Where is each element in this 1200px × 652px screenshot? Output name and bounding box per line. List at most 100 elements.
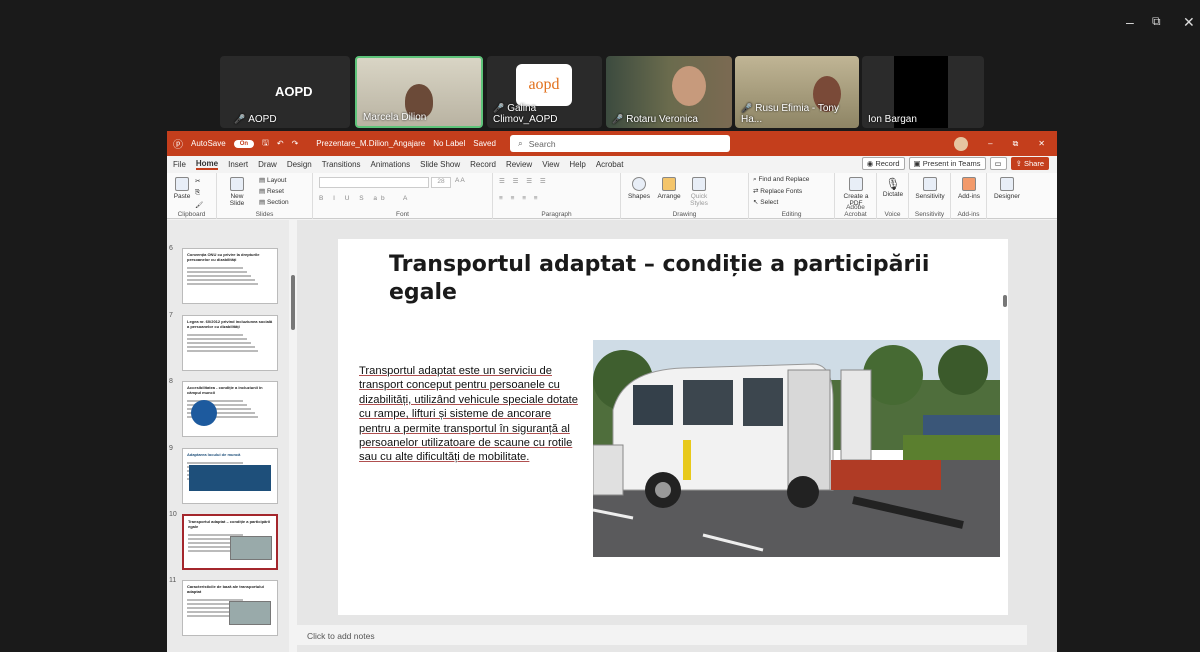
shapes-button[interactable]: Shapes xyxy=(627,177,651,200)
sensitivity-label[interactable]: No Label xyxy=(433,139,465,148)
new-slide-icon xyxy=(230,177,244,191)
group-label: Drawing xyxy=(672,211,697,218)
tab-file[interactable]: File xyxy=(173,160,186,169)
undo-icon[interactable]: ↶ xyxy=(277,139,284,148)
save-icon[interactable]: 🖫 xyxy=(262,137,269,151)
participant-tile-1[interactable]: Marcela Dilion xyxy=(355,56,483,128)
slide-title[interactable]: Transportul adaptat – condiție a partici… xyxy=(389,251,949,307)
create-pdf-button[interactable]: Create a PDF xyxy=(841,177,871,207)
notes-pane[interactable]: Click to add notes xyxy=(297,625,1027,645)
restore-button[interactable]: ⧉ xyxy=(1152,14,1161,29)
bullets-icon[interactable]: ☰ ☰ ☰ ☰ xyxy=(499,177,549,185)
voice-group: 🎙 Dictate Voice xyxy=(877,173,909,219)
paste-button[interactable]: Paste xyxy=(173,177,191,200)
tab-help[interactable]: Help xyxy=(569,160,585,169)
paragraph-group: ☰ ☰ ☰ ☰ ≡ ≡ ≡ ≡ Paragraph xyxy=(493,173,621,219)
addins-button[interactable]: Add-ins xyxy=(955,177,983,200)
replace-fonts-button[interactable]: ⇄ Replace Fonts xyxy=(753,187,802,195)
arrange-label: Arrange xyxy=(657,193,681,200)
slide-thumbnail[interactable]: Accesibilitatea - condiție a incluziunii… xyxy=(182,381,278,437)
participant-tile-3[interactable]: 🎤 Rotaru Veronica xyxy=(606,56,732,128)
dictate-button[interactable]: 🎙 Dictate xyxy=(879,177,907,198)
thumbnail-image xyxy=(230,536,272,560)
font-size-box[interactable]: 28 xyxy=(431,177,451,188)
layout-button[interactable]: ▤ Layout xyxy=(259,176,286,184)
quick-styles-icon xyxy=(692,177,706,191)
account-avatar[interactable] xyxy=(954,136,969,151)
find-label: Find and Replace xyxy=(758,176,810,183)
tab-animations[interactable]: Animations xyxy=(371,160,411,169)
addins-icon xyxy=(962,177,976,191)
slide-thumbnail[interactable]: Caracteristicile de bază ale transportul… xyxy=(182,580,278,636)
participant-tile-2[interactable]: aopd 🎤 Galina Climov_AOPD xyxy=(487,56,602,128)
close-button[interactable]: ✕ xyxy=(1183,14,1195,31)
ppt-restore-icon[interactable]: ⧉ xyxy=(1013,139,1019,149)
ribbon-tabs: File Home Insert Draw Design Transitions… xyxy=(167,156,1057,173)
new-slide-button[interactable]: New Slide xyxy=(223,177,251,207)
autosave-toggle[interactable]: On xyxy=(233,139,255,148)
ppt-minimize-icon[interactable]: – xyxy=(988,139,992,148)
thumbnail-title: Adaptarea locului de muncă xyxy=(187,452,241,457)
tab-acrobat[interactable]: Acrobat xyxy=(596,160,624,169)
tab-view[interactable]: View xyxy=(542,160,559,169)
tab-home[interactable]: Home xyxy=(195,159,219,170)
font-grow-icon[interactable]: A A xyxy=(455,177,465,184)
slide-thumbnail[interactable]: Legea nr. 60/2012 privind incluziunea so… xyxy=(182,315,278,371)
participant-tile-5[interactable]: Ion Bargan xyxy=(862,56,984,128)
slide-thumbnail[interactable]: Transportul adaptat – condiție a partici… xyxy=(182,514,278,570)
tab-draw[interactable]: Draw xyxy=(258,160,277,169)
format-painter-icon[interactable]: 🖌 xyxy=(195,201,203,209)
quick-styles-button[interactable]: Quick Styles xyxy=(687,177,711,207)
tab-record[interactable]: Record xyxy=(470,160,496,169)
slide-thumbnail[interactable]: Convenția ONU cu privire la drepturile p… xyxy=(182,248,278,304)
tab-transitions[interactable]: Transitions xyxy=(322,160,361,169)
thumbnail-number: 11 xyxy=(169,577,177,584)
thumbs-scrollbar[interactable] xyxy=(291,275,295,330)
redo-icon[interactable]: ↷ xyxy=(292,139,299,148)
search-icon: ⌕ xyxy=(517,138,523,148)
align-icon[interactable]: ≡ ≡ ≡ ≡ xyxy=(499,195,541,202)
font-format-icons[interactable]: B I U S ab xyxy=(319,195,389,202)
minimize-button[interactable]: – xyxy=(1126,14,1134,30)
saved-status[interactable]: Saved xyxy=(473,139,496,148)
adapted-minibus-photo[interactable] xyxy=(593,340,1000,557)
current-slide[interactable]: Transportul adaptat – condiție a partici… xyxy=(338,239,1008,615)
share-button[interactable]: ⇪ Share xyxy=(1010,157,1049,170)
slide-thumbnails-pane: 6 Convenția ONU cu privire la drepturile … xyxy=(167,220,295,652)
font-color-icon[interactable]: A xyxy=(403,195,407,202)
participant-tile-4[interactable]: 🎤 Rusu Efimia - Tony Ha... xyxy=(735,56,859,128)
participant-name: Marcela Dilion xyxy=(363,112,427,123)
search-box[interactable]: ⌕ Search xyxy=(509,135,730,152)
slide-body-text[interactable]: Transportul adaptat este un serviciu de … xyxy=(359,364,584,465)
tab-design[interactable]: Design xyxy=(287,160,312,169)
thumbnail-image xyxy=(189,465,271,491)
sensitivity-button[interactable]: Sensitivity xyxy=(911,177,949,200)
organizer-tile[interactable]: AOPD 🎤 AOPD xyxy=(220,56,350,128)
participant-name: Rotaru Veronica xyxy=(626,114,698,125)
participant-avatar xyxy=(672,66,706,106)
autosave-label: AutoSave xyxy=(191,139,226,148)
cut-icon[interactable]: ✂ xyxy=(195,177,200,185)
tab-review[interactable]: Review xyxy=(506,160,532,169)
mic-muted-icon: 🎤 xyxy=(493,103,505,113)
arrange-button[interactable]: Arrange xyxy=(655,177,683,200)
replace-fonts-label: Replace Fonts xyxy=(760,188,803,195)
copy-icon[interactable]: ⎘ xyxy=(195,189,200,197)
designer-button[interactable]: Designer xyxy=(991,177,1023,200)
addins-label: Add-ins xyxy=(957,193,981,200)
search-placeholder: Search xyxy=(528,138,556,149)
tab-slide-show[interactable]: Slide Show xyxy=(420,160,460,169)
find-replace-button[interactable]: ⌕ Find and Replace xyxy=(753,176,809,184)
stage-scrollbar[interactable] xyxy=(1003,295,1007,307)
ppt-close-icon[interactable]: ✕ xyxy=(1038,139,1045,148)
select-button[interactable]: ↖ Select xyxy=(753,198,778,206)
comments-button[interactable]: ▭ xyxy=(989,157,1007,170)
record-button[interactable]: ◉ Record xyxy=(861,157,905,170)
reset-button[interactable]: ▤ Reset xyxy=(259,187,284,195)
powerpoint-logo-icon: ⓟ xyxy=(173,140,183,151)
present-in-teams-button[interactable]: ▣ Present in Teams xyxy=(908,157,986,170)
slide-thumbnail[interactable]: Adaptarea locului de muncă xyxy=(182,448,278,504)
tab-insert[interactable]: Insert xyxy=(228,160,248,169)
font-name-box[interactable] xyxy=(319,177,429,188)
section-button[interactable]: ▤ Section xyxy=(259,198,289,206)
